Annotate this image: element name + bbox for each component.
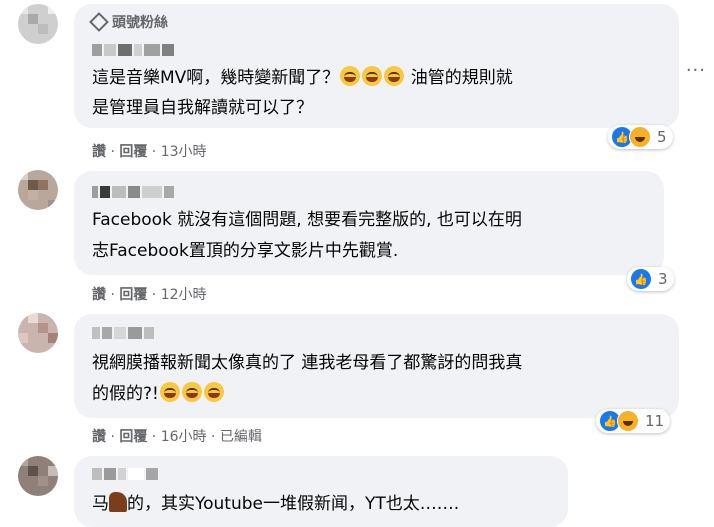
reply-button[interactable]: 回覆 (119, 287, 147, 303)
commenter-name[interactable] (92, 468, 158, 480)
commenter-name[interactable] (92, 327, 154, 339)
grinning-sweat-icon (384, 66, 405, 86)
like-button[interactable]: 讚 (92, 287, 106, 303)
like-icon: 👍 (630, 268, 652, 290)
avatar[interactable] (18, 4, 58, 44)
commenter-name[interactable] (92, 44, 174, 56)
comment-text: 視網膜播報新聞太像真的了 連我老母看了都驚訝的問我真 (92, 353, 523, 373)
grinning-sweat-icon (181, 382, 202, 402)
reaction-summary[interactable]: 👍 5 (608, 125, 673, 149)
comment-text-line2: 的假的?! (92, 380, 225, 408)
grinning-sweat-icon (203, 382, 224, 402)
grinning-sweat-icon (159, 382, 180, 402)
comment-text: 這是音樂MV啊，幾時變新聞了？ 油管的規則就 (92, 66, 513, 88)
comment-text: Facebook 就沒有這個問題, 想要看完整版的, 也可以在明 (92, 210, 522, 230)
avatar[interactable] (18, 456, 58, 496)
reply-button[interactable]: 回覆 (119, 144, 147, 160)
comment-text: 马的，其实Youtube一堆假新闻，YT也太……. (92, 492, 460, 514)
horse-icon (109, 492, 127, 512)
comment-actions: 讚 · 回覆 · 16小時 · 已編輯 (92, 429, 262, 445)
comment-text-line2: 是管理員自我解讀就可以了？ (92, 98, 313, 118)
like-button[interactable]: 讚 (92, 429, 106, 445)
timestamp[interactable]: 12小時 (161, 287, 207, 303)
like-button[interactable]: 讚 (92, 144, 106, 160)
avatar[interactable] (18, 170, 58, 210)
timestamp[interactable]: 16小時 (161, 429, 207, 445)
reaction-summary[interactable]: 👍 11 (596, 409, 671, 433)
comment-text-line2: 志Facebook置頂的分享文影片中先觀賞. (92, 241, 399, 261)
grinning-sweat-icon (340, 66, 361, 86)
more-options-button[interactable]: ··· (686, 60, 706, 81)
grinning-sweat-icon (362, 66, 383, 86)
comment-actions: 讚 · 回覆 · 13小時 (92, 144, 207, 160)
avatar[interactable] (18, 313, 58, 353)
comment-actions: 讚 · 回覆 · 12小時 (92, 287, 207, 303)
reaction-summary[interactable]: 👍 3 (627, 267, 674, 291)
timestamp[interactable]: 13小時 (161, 144, 207, 160)
top-fan-badge: 頭號粉絲 (89, 12, 168, 32)
haha-icon (629, 126, 651, 148)
reply-button[interactable]: 回覆 (119, 429, 147, 445)
diamond-icon (89, 12, 109, 32)
edited-label: 已編輯 (219, 429, 262, 445)
badge-label: 頭號粉絲 (112, 15, 168, 31)
commenter-name[interactable] (92, 186, 174, 198)
haha-icon (617, 410, 639, 432)
